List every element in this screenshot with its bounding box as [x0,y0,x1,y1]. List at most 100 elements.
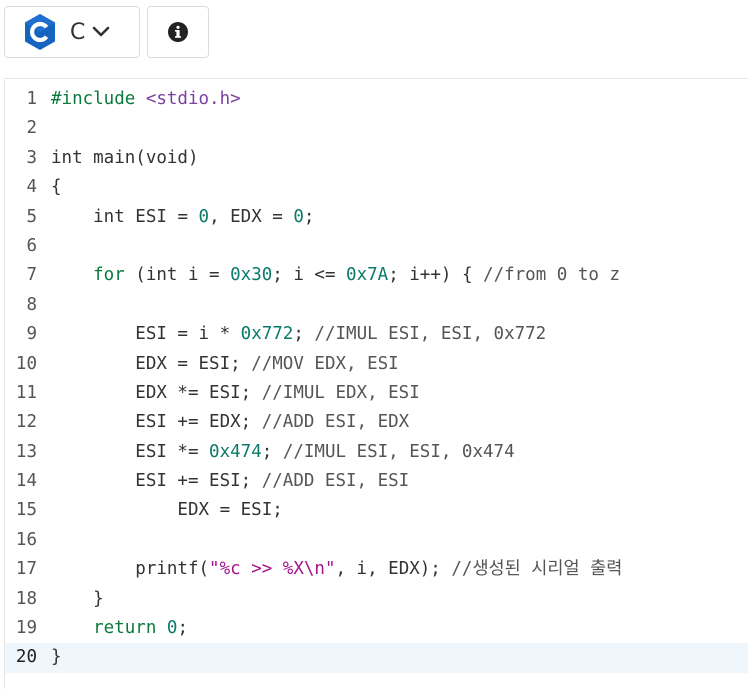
code-token: 0x474 [209,441,262,462]
line-number: 7 [26,265,37,286]
code-line[interactable]: 19 return 0; [5,614,748,643]
code-text: return 0; [51,614,188,643]
code-token: { [51,177,62,198]
code-text: { [51,173,62,202]
code-text: EDX = ESI; [51,496,283,525]
code-line[interactable]: 10 EDX = ESI; //MOV EDX, ESI [5,350,748,379]
line-number: 14 [15,471,37,492]
code-token: EDX = ESI; [51,500,283,521]
code-text: for (int i = 0x30; i <= 0x7A; i++) { //f… [51,261,620,290]
code-token: EDX = ESI; [51,353,252,374]
code-line[interactable]: 5 int ESI = 0, EDX = 0; [5,203,748,232]
code-token: ; [303,206,315,227]
code-token: ; [261,441,283,462]
code-text: ESI = i * 0x772; //IMUL ESI, ESI, 0x772 [51,320,546,349]
code-line[interactable]: 12 ESI += EDX; //ADD ESI, EDX [5,408,748,437]
code-token: //생성된 시리얼 출력 [451,559,623,580]
code-line[interactable]: 14 ESI += ESI; //ADD ESI, ESI [5,467,748,496]
code-token: (int i = [124,265,231,286]
code-token: 0x772 [240,324,294,345]
code-line[interactable]: 1 #include <stdio.h> [5,85,748,114]
code-line[interactable]: 20} [5,643,748,673]
line-number: 4 [26,177,37,198]
code-token: return [51,618,157,639]
code-text: ESI *= 0x474; //IMUL ESI, ESI, 0x474 [51,438,515,467]
code-token: //IMUL ESI, ESI, 0x474 [282,441,515,462]
line-number: 17 [15,559,37,580]
line-number: 16 [15,529,37,550]
line-number: 10 [15,353,37,374]
code-token: //from 0 to z [483,265,620,286]
code-text: } [51,643,62,672]
code-line[interactable]: 2 [5,114,748,143]
code-editor[interactable]: 1 #include <stdio.h> 2 3 int main(void) 4{5 i… [4,78,748,689]
language-label: C [70,19,86,45]
code-token: ; [177,618,188,639]
code-token: "%c >> %X\n" [209,559,336,580]
code-line[interactable]: 18 } [5,585,748,614]
code-token: ESI += ESI; [51,471,262,492]
code-line[interactable]: 6 [5,232,748,261]
code-line[interactable]: 13 ESI *= 0x474; //IMUL ESI, ESI, 0x474 [5,438,748,467]
code-token: ESI = [124,206,199,227]
code-token: , EDX = [209,206,294,227]
line-number: 5 [26,206,37,227]
line-number: 3 [26,147,37,168]
line-number: 15 [15,500,37,521]
code-line[interactable]: 3 int main(void) [5,144,748,173]
code-token: 0 [198,206,210,227]
code-text: EDX = ESI; //MOV EDX, ESI [51,350,399,379]
code-token: } [51,647,62,668]
code-token: 0x30 [230,265,273,286]
code-token: ESI = i * [51,324,241,345]
code-token: int [51,206,125,227]
code-line[interactable]: 16 [5,526,748,555]
code-text: #include <stdio.h> [51,85,241,114]
code-text: ESI += ESI; //ADD ESI, ESI [51,467,409,496]
code-text: ESI += EDX; //ADD ESI, EDX [51,408,409,437]
code-token: //ADD ESI, ESI [261,471,410,492]
line-number: 19 [15,618,37,639]
line-number: 11 [15,382,37,403]
code-token: //IMUL ESI, ESI, 0x772 [314,324,547,345]
code-token: //ADD ESI, EDX [261,412,410,433]
line-number: 1 [26,89,37,109]
code-line[interactable]: 15 EDX = ESI; [5,496,748,525]
code-token: ; [293,324,315,345]
code-token: int [51,147,83,168]
code-token: EDX *= ESI; [51,382,262,403]
code-token: , i, EDX); [335,559,452,580]
code-text: int main(void) [51,144,199,173]
code-token: 0x7A [346,265,389,286]
info-icon [167,21,189,43]
code-token: ; i++) { [388,265,484,286]
chevron-down-icon [91,25,111,39]
code-token: <stdio.h> [145,89,241,109]
code-text: printf("%c >> %X\n", i, EDX); //생성된 시리얼 … [51,555,622,584]
c-language-icon [23,13,57,51]
line-number: 9 [26,324,37,345]
code-token: ; i <= [272,265,347,286]
code-lines: 1 #include <stdio.h> 2 3 int main(void) 4{5 i… [5,85,748,673]
line-number: 18 [15,588,37,609]
code-line[interactable]: 8 [5,291,748,320]
info-button[interactable] [147,6,209,58]
language-selector-button[interactable]: C [4,6,140,58]
code-token: #include [51,89,146,109]
code-token: for [51,265,125,286]
line-number: 13 [15,441,37,462]
code-token: printf( [51,559,210,580]
code-line[interactable]: 11 EDX *= ESI; //IMUL EDX, ESI [5,379,748,408]
code-token: ESI *= [51,441,210,462]
code-line[interactable]: 7 for (int i = 0x30; i <= 0x7A; i++) { /… [5,261,748,290]
line-number: 20 [15,647,37,668]
code-line[interactable]: 17 printf("%c >> %X\n", i, EDX); //생성된 시… [5,555,748,584]
code-token: } [51,588,104,609]
line-number: 6 [26,235,37,256]
code-text: } [51,585,104,614]
code-token: //MOV EDX, ESI [251,353,399,374]
code-line[interactable]: 4{ [5,173,748,202]
line-number: 8 [26,294,37,315]
code-line[interactable]: 9 ESI = i * 0x772; //IMUL ESI, ESI, 0x77… [5,320,748,349]
code-token: 0 [166,618,178,639]
